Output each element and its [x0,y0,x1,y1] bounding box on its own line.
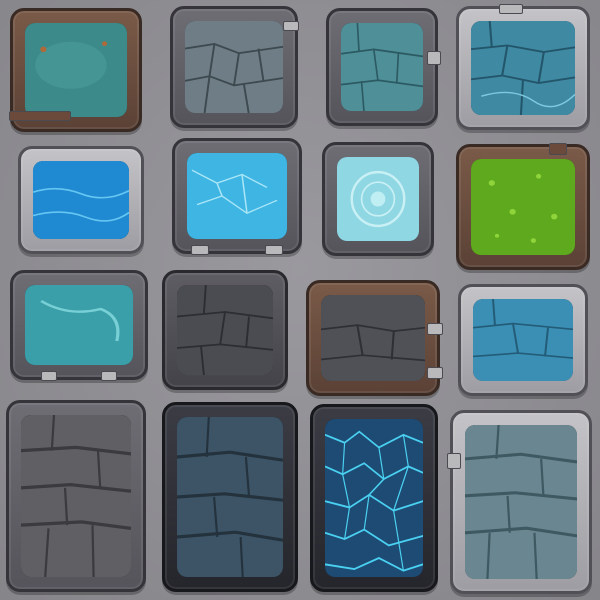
pipe-bracket [427,323,443,335]
tile-fill [177,417,283,577]
corner-bracket [9,111,71,121]
tile-bright-water[interactable] [172,138,302,255]
tile-murky-water-pool[interactable] [9,8,142,132]
pipe-bracket [427,51,441,65]
tile-fill [187,153,287,239]
tile-acid-slime[interactable] [456,143,590,270]
tile-fill [341,23,423,111]
tile-gray-cobble[interactable] [6,400,146,592]
tile-stone-floor[interactable] [170,6,299,128]
tile-fill [473,299,573,381]
tile-fill [325,419,423,577]
pipe-bracket [427,367,443,379]
tile-slate-cobble[interactable] [162,402,298,592]
tile-fill [21,415,131,577]
tile-charcoal-stone[interactable] [306,280,443,396]
pipe-bracket [41,371,57,381]
tile-blue-stone[interactable] [456,4,590,130]
tile-fill [321,295,425,381]
pipe-bracket [447,453,461,469]
tile-fill [25,23,127,117]
pipe-bracket [101,371,117,381]
pipe-bracket [283,21,299,31]
tile-fill [337,157,419,241]
tile-sheet [0,0,600,600]
pipe-bracket [549,143,567,155]
tile-dark-stone[interactable] [162,270,288,390]
tile-swirl-water[interactable] [322,142,434,256]
tile-crackle-water[interactable] [310,404,438,592]
tile-blue-stone-2[interactable] [458,284,588,396]
tile-fill [185,21,283,113]
pipe-bracket [191,245,209,255]
tile-deep-water[interactable] [18,146,144,254]
tile-fill [33,161,129,239]
tile-fill [25,285,133,365]
tile-wet-cobble[interactable] [447,410,592,594]
tile-teal-stone[interactable] [326,8,441,126]
tile-fill [177,285,273,375]
tile-teal-water[interactable] [10,270,148,381]
tile-fill [471,159,575,255]
tile-fill [471,21,575,115]
tile-fill [465,425,577,579]
pipe-bracket [265,245,283,255]
corner-bracket [499,4,523,14]
